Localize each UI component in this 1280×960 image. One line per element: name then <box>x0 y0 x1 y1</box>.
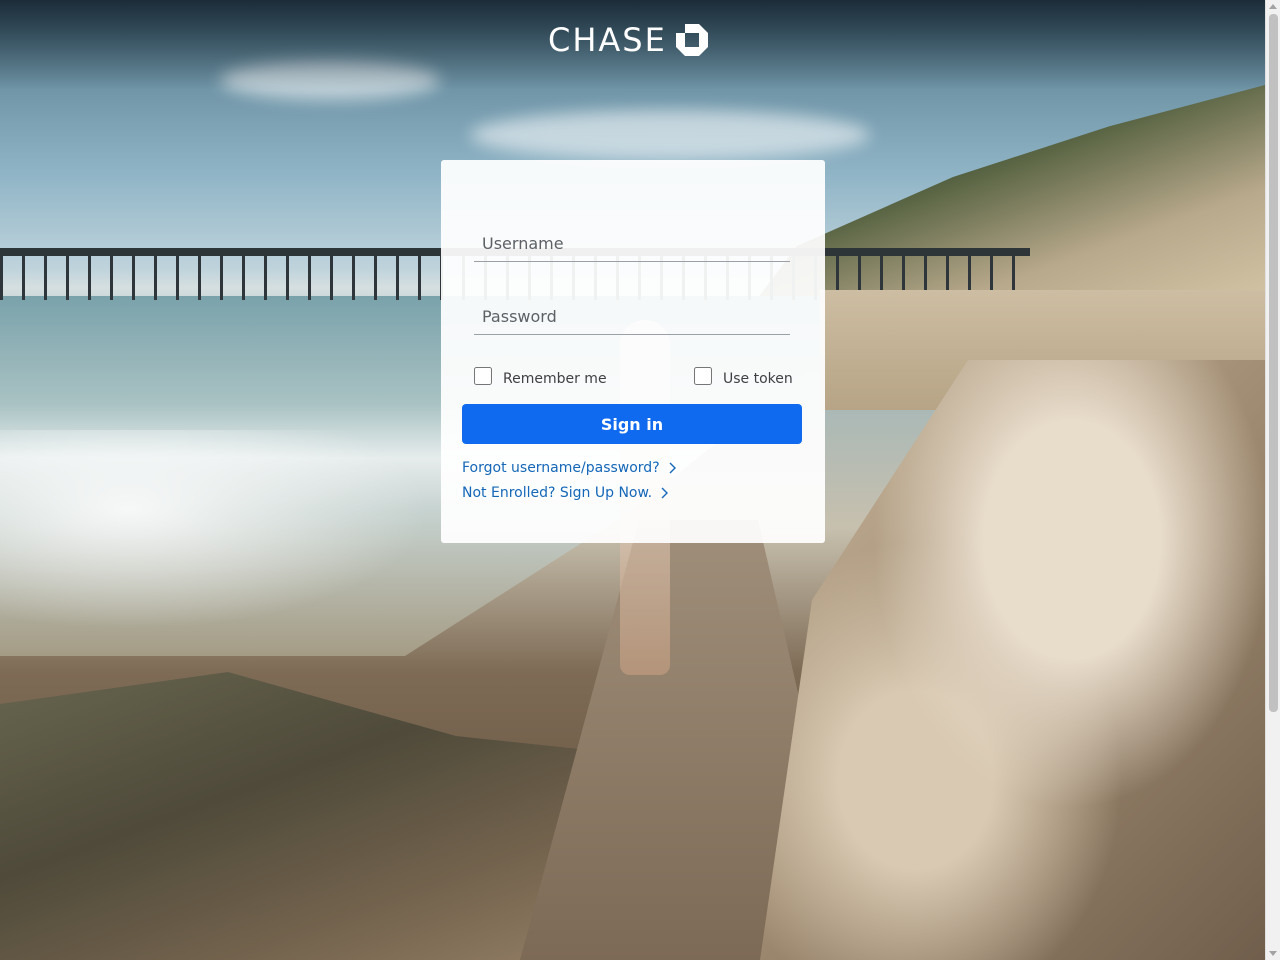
cliff-rocks <box>760 360 1265 960</box>
enroll-label: Not Enrolled? Sign Up Now. <box>462 485 653 501</box>
remember-me-label: Remember me <box>503 371 607 387</box>
forgot-credentials-link[interactable]: Forgot username/password? <box>462 460 676 476</box>
username-input[interactable] <box>474 226 790 262</box>
wave-foam <box>0 430 430 630</box>
password-input[interactable] <box>474 299 790 335</box>
chevron-right-icon <box>661 487 669 499</box>
login-card: Remember me Use token Sign in Forgot use… <box>441 160 825 543</box>
scroll-down-icon[interactable] <box>1269 951 1277 956</box>
remember-me-checkbox[interactable] <box>474 366 492 385</box>
cloud <box>470 110 870 160</box>
remember-me-option[interactable]: Remember me <box>474 364 607 387</box>
forgot-credentials-label: Forgot username/password? <box>462 460 660 476</box>
vertical-scrollbar[interactable] <box>1265 0 1280 960</box>
use-token-option[interactable]: Use token <box>694 364 793 387</box>
use-token-label: Use token <box>723 371 793 387</box>
enroll-link[interactable]: Not Enrolled? Sign Up Now. <box>462 485 669 501</box>
chase-logo[interactable]: CHASE <box>548 21 709 59</box>
chevron-right-icon <box>669 462 676 474</box>
scroll-up-icon[interactable] <box>1269 4 1277 9</box>
chase-octagon-icon <box>675 24 708 56</box>
use-token-checkbox[interactable] <box>694 366 712 385</box>
sign-in-button[interactable]: Sign in <box>462 404 802 444</box>
scroll-thumb[interactable] <box>1269 14 1278 712</box>
logo-text: CHASE <box>548 21 667 59</box>
